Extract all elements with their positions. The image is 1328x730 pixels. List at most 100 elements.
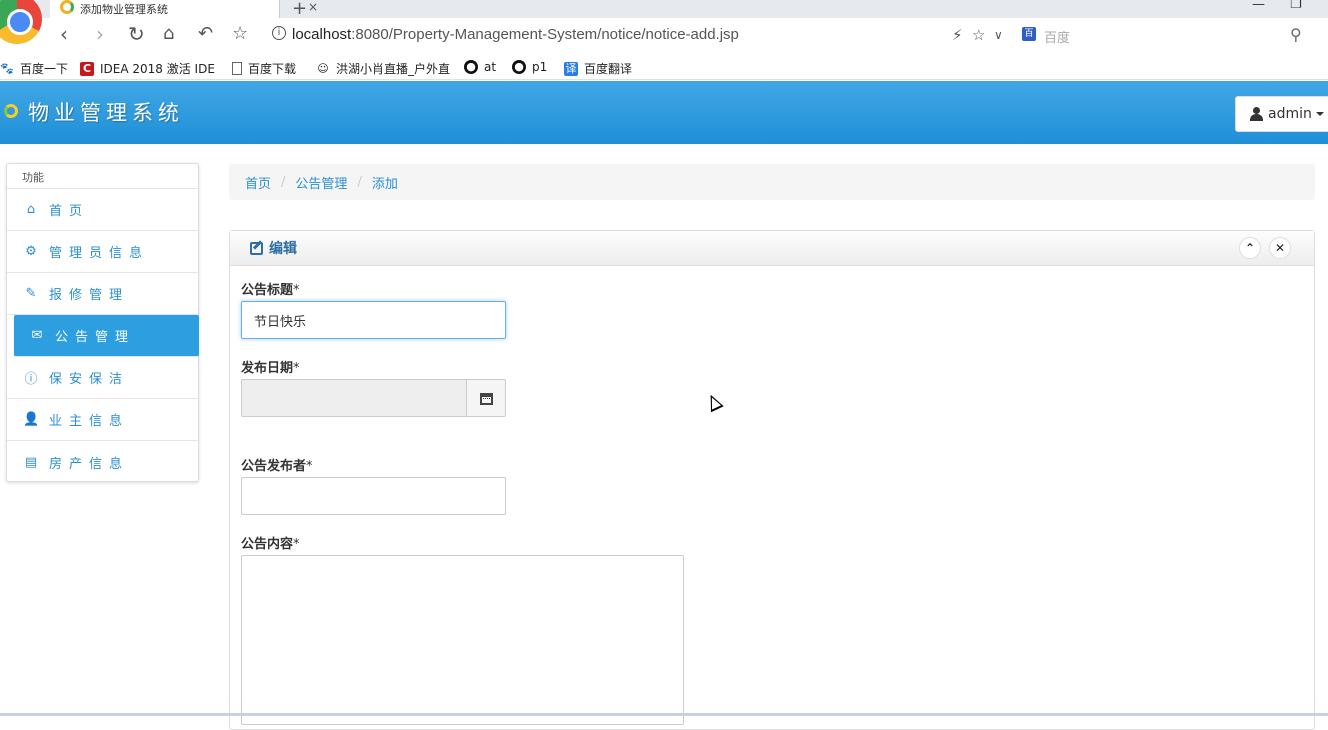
sidebar-item-repairs[interactable]: ✎ 报修管理 bbox=[7, 273, 198, 315]
paw-icon: 🐾 bbox=[0, 61, 14, 75]
publish-date-input[interactable] bbox=[241, 379, 467, 417]
app-title: 物业管理系统 bbox=[28, 101, 184, 125]
undo-icon[interactable]: ↶ bbox=[198, 24, 213, 44]
panel-header: 编辑 ⌃ ✕ bbox=[230, 231, 1314, 266]
sidebar: 功能 ⌂ 首页 ⚙ 管理员信息 ✎ 报修管理 ✉ 公告管理 ⓘ 保安保洁 👤 业… bbox=[6, 163, 199, 482]
sidebar-item-label: 报修管理 bbox=[49, 288, 130, 303]
search-placeholder: 百度 bbox=[1044, 31, 1071, 46]
favorite-star-icon[interactable]: ☆ bbox=[972, 26, 985, 44]
translate-icon: 译 bbox=[564, 61, 578, 76]
bookmark-item[interactable]: C IDEA 2018 激活 IDE bbox=[80, 60, 215, 77]
sidebar-item-notices[interactable]: ✉ 公告管理 bbox=[14, 315, 199, 357]
breadcrumb-separator: / bbox=[357, 174, 362, 190]
home-icon[interactable]: ⌂ bbox=[163, 24, 174, 44]
required-mark: * bbox=[306, 459, 313, 474]
bookmark-star-icon[interactable]: ☆ bbox=[232, 24, 248, 44]
caret-down-icon bbox=[1315, 112, 1324, 116]
minimize-icon[interactable]: — bbox=[1252, 0, 1265, 12]
sidebar-item-label: 房产信息 bbox=[49, 456, 130, 472]
browser-navbar: ‹ › ↻ ⌂ ↶ ☆ i localhost:8080/Property-Ma… bbox=[0, 0, 1328, 54]
user-icon bbox=[1250, 107, 1263, 121]
avatar-icon: ☺ bbox=[317, 61, 329, 75]
bookmark-label: 洪湖小肖直播_户外直 bbox=[336, 62, 451, 76]
new-tab-button[interactable]: + bbox=[292, 0, 307, 19]
dropdown-chevron-icon[interactable]: ∨ bbox=[994, 28, 1003, 42]
user-menu-button[interactable]: admin bbox=[1235, 96, 1328, 132]
calendar-icon bbox=[480, 393, 493, 405]
forward-icon[interactable]: › bbox=[96, 24, 104, 44]
user-icon: 👤 bbox=[23, 412, 40, 427]
date-picker bbox=[241, 379, 724, 417]
breadcrumb-notice-management[interactable]: 公告管理 bbox=[295, 173, 347, 192]
restore-icon[interactable]: ❐ bbox=[1290, 0, 1302, 12]
tab-close-icon[interactable]: × bbox=[308, 0, 318, 14]
app-header bbox=[0, 81, 1328, 144]
sidebar-item-home[interactable]: ⌂ 首页 bbox=[7, 189, 198, 231]
publisher-label: 公告发布者* bbox=[241, 455, 313, 474]
publisher-label-text: 公告发布者 bbox=[241, 459, 307, 474]
notice-content-textarea[interactable] bbox=[241, 555, 684, 725]
bookmark-item[interactable]: 🐾 百度一下 bbox=[0, 60, 68, 77]
breadcrumb-separator: / bbox=[281, 174, 286, 190]
browser-tab[interactable]: 添加物业管理系统 × bbox=[50, 0, 318, 18]
sidebar-item-security-cleaning[interactable]: ⓘ 保安保洁 bbox=[7, 357, 198, 399]
required-mark: * bbox=[293, 537, 300, 552]
sidebar-item-label: 保安保洁 bbox=[49, 372, 130, 387]
required-mark: * bbox=[293, 283, 300, 298]
address-url[interactable]: localhost:8080/Property-Management-Syste… bbox=[292, 26, 739, 43]
content-label: 公告内容* bbox=[241, 533, 300, 552]
content-label-text: 公告内容 bbox=[241, 537, 294, 552]
date-label: 发布日期* bbox=[241, 357, 300, 376]
bookmark-label: 百度翻译 bbox=[584, 62, 633, 76]
app-logo-icon bbox=[4, 104, 18, 118]
lightning-icon[interactable]: ⚡ bbox=[952, 26, 963, 44]
panel-title: 编辑 bbox=[250, 238, 297, 258]
bookmark-item[interactable]: ☺ 洪湖小肖直播_户外直 bbox=[316, 60, 450, 77]
bookmark-item[interactable]: ● p1 bbox=[512, 60, 547, 74]
gear-icon: ⚙ bbox=[25, 244, 37, 259]
wrench-icon: ✎ bbox=[25, 286, 37, 301]
sidebar-item-label: 业主信息 bbox=[49, 414, 130, 429]
mouse-cursor-icon bbox=[704, 391, 724, 413]
home-icon: ⌂ bbox=[26, 202, 36, 217]
tab-favicon-icon bbox=[60, 0, 74, 14]
doc-icon bbox=[232, 62, 242, 75]
sidebar-heading: 功能 bbox=[7, 164, 198, 189]
github-icon: ● bbox=[512, 60, 526, 74]
address-bar[interactable]: i localhost:8080/Property-Management-Sys… bbox=[268, 24, 948, 48]
github-icon: ● bbox=[464, 60, 478, 74]
baidu-paw-icon: 百 bbox=[1022, 27, 1036, 41]
browser-search-box[interactable]: 百 百度 ⚲ bbox=[1020, 24, 1320, 48]
back-icon[interactable]: ‹ bbox=[60, 24, 68, 44]
bookmark-item[interactable]: 百度下载 bbox=[232, 60, 296, 77]
site-info-icon[interactable]: i bbox=[272, 26, 286, 40]
sidebar-item-label: 首页 bbox=[49, 204, 90, 219]
sidebar-item-owners[interactable]: 👤 业主信息 bbox=[7, 399, 198, 441]
breadcrumb: 首页 / 公告管理 / 添加 bbox=[229, 164, 1315, 200]
breadcrumb-add: 添加 bbox=[371, 176, 398, 192]
date-label-text: 发布日期 bbox=[241, 361, 294, 376]
close-icon[interactable]: ✕ bbox=[1269, 237, 1291, 259]
edit-icon bbox=[250, 241, 263, 255]
list-icon: ▤ bbox=[24, 454, 38, 470]
bookmarks-bar: 🐾 百度一下 C IDEA 2018 激活 IDE 百度下载 ☺ 洪湖小肖直播_户外直… bbox=[0, 56, 1328, 80]
bookmark-label: 百度下载 bbox=[248, 62, 297, 76]
sidebar-item-property[interactable]: ▤ 房产信息 bbox=[7, 441, 198, 483]
sidebar-item-admin-info[interactable]: ⚙ 管理员信息 bbox=[7, 231, 198, 273]
bookmark-item[interactable]: 译百度翻译 bbox=[564, 60, 632, 77]
reload-icon[interactable]: ↻ bbox=[128, 24, 145, 44]
sidebar-item-label: 管理员信息 bbox=[49, 246, 150, 261]
envelope-icon: ✉ bbox=[31, 328, 43, 343]
notice-title-input[interactable] bbox=[241, 301, 506, 339]
bookmark-label: IDEA 2018 激活 IDE bbox=[100, 62, 215, 76]
edit-panel: 编辑 ⌃ ✕ 公告标题* 发布日期* 公告发布者* 公告内容* bbox=[229, 230, 1315, 730]
chevron-up-icon[interactable]: ⌃ bbox=[1239, 237, 1261, 259]
search-icon[interactable]: ⚲ bbox=[1290, 25, 1302, 44]
url-host: localhost bbox=[292, 26, 352, 43]
bookmark-item[interactable]: ● at bbox=[464, 60, 496, 74]
publisher-input[interactable] bbox=[241, 477, 506, 515]
calendar-button[interactable] bbox=[466, 379, 724, 417]
breadcrumb-home[interactable]: 首页 bbox=[245, 173, 271, 192]
title-label-text: 公告标题 bbox=[241, 283, 294, 298]
user-name: admin bbox=[1268, 106, 1312, 122]
